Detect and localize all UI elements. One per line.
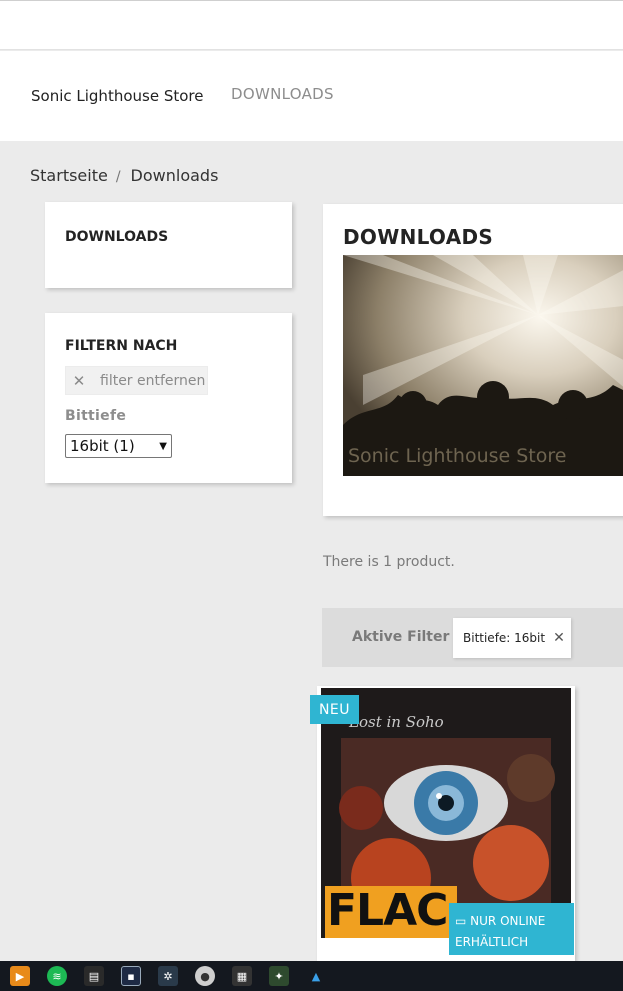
banner-text: Sonic Lighthouse Store	[348, 445, 567, 467]
product-cover-image[interactable]: Lost in Soho FLAC	[321, 688, 571, 938]
active-filter-chip-label: Bittiefe: 16bit	[463, 631, 546, 645]
breadcrumb: Startseite / Downloads	[30, 166, 218, 185]
flac-label-text: FLAC	[327, 885, 448, 936]
product-count: There is 1 product.	[323, 554, 455, 570]
breadcrumb-separator: /	[115, 169, 121, 185]
active-filter-chip[interactable]: Bittiefe: 16bit ✕	[453, 618, 571, 658]
spotify-icon[interactable]: ≋	[47, 966, 67, 986]
cover-title: Lost in Soho	[349, 713, 444, 731]
clear-filters-label: filter entfernen	[100, 372, 206, 389]
category-panel: DOWNLOADS	[45, 202, 292, 288]
nav-downloads[interactable]: DOWNLOADS	[231, 85, 334, 103]
pig-icon[interactable]: ●	[195, 966, 215, 986]
vlc-icon[interactable]: ▲	[306, 966, 326, 986]
remove-filter-icon[interactable]: ✕	[553, 630, 565, 646]
app-icon[interactable]: ▦	[232, 966, 252, 986]
bit-depth-select[interactable]: 16bit (1) ▼	[65, 434, 172, 458]
video-editor-icon[interactable]: ▤	[84, 966, 104, 986]
laptop-icon: ▭	[455, 914, 467, 928]
bit-depth-selected-value: 16bit (1)	[70, 437, 135, 455]
flac-format-label: FLAC	[325, 885, 457, 938]
media-player-icon[interactable]: ▶	[10, 966, 30, 986]
clear-filters-button[interactable]: ✕ filter entfernen	[65, 366, 208, 395]
category-header-card: DOWNLOADS Sonic Lighthouse Store	[323, 204, 623, 516]
terminal-icon[interactable]: ▪	[121, 966, 141, 986]
active-filters-label: Aktive Filter	[352, 629, 450, 645]
online-badge-line1: NUR ONLINE	[470, 914, 546, 928]
filter-title: FILTERN NACH	[65, 338, 178, 354]
new-badge: NEU	[310, 695, 359, 724]
chevron-down-icon: ▼	[159, 440, 167, 452]
android-icon[interactable]: ✦	[269, 966, 289, 986]
facet-title-bit-depth: Bittiefe	[65, 408, 127, 424]
brand-logo-text[interactable]: Sonic Lighthouse Store	[31, 87, 203, 105]
active-filters-bar: Aktive Filter Bittiefe: 16bit ✕	[322, 608, 623, 667]
close-icon: ✕	[72, 371, 86, 390]
category-banner-image: Sonic Lighthouse Store	[343, 255, 623, 476]
category-title[interactable]: DOWNLOADS	[65, 229, 168, 245]
online-only-badge: ▭ NUR ONLINE ERHÄLTLICH	[449, 903, 574, 955]
site-header: Sonic Lighthouse Store DOWNLOADS	[0, 51, 623, 141]
os-taskbar: ▶ ≋ ▤ ▪ ✲ ● ▦ ✦ ▲	[0, 961, 623, 991]
settings-icon[interactable]: ✲	[158, 966, 178, 986]
page-title: DOWNLOADS	[343, 225, 494, 249]
online-badge-line2: ERHÄLTLICH	[455, 935, 529, 949]
filter-panel: FILTERN NACH ✕ filter entfernen Bittiefe…	[45, 313, 292, 483]
breadcrumb-current[interactable]: Downloads	[131, 166, 219, 185]
top-bar	[0, 0, 623, 50]
breadcrumb-home[interactable]: Startseite	[30, 166, 108, 185]
